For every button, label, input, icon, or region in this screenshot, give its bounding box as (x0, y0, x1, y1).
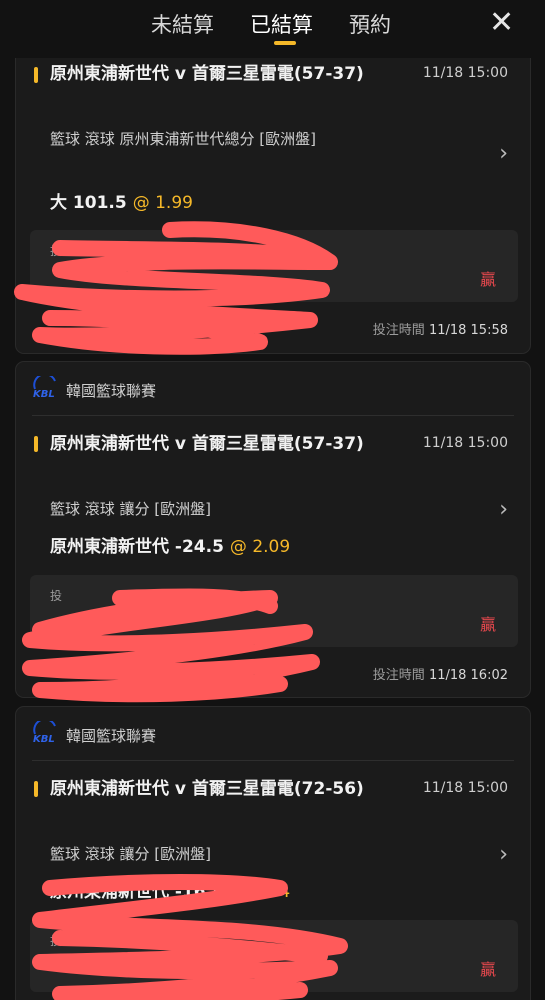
divider (32, 415, 514, 416)
selection-label: 原州東浦新世代 -16.5 (50, 882, 224, 902)
odds-value: @ 1.99 (132, 193, 193, 213)
bet-selection: 原州東浦新世代 -16.5 @ 1.84 (50, 877, 290, 902)
match-title: 原州東浦新世代 v 首爾三星雷電(57-37) (50, 64, 364, 84)
league-name: 韓國籃球聯賽 (66, 727, 157, 745)
result-panel: 投 贏 (30, 230, 518, 302)
match-title: 原州東浦新世代 v 首爾三星雷電(72-56) (50, 779, 364, 799)
close-icon[interactable]: ✕ (489, 8, 514, 38)
tab-settled[interactable]: 已結算 (250, 9, 313, 39)
bet-time: 投注時間 11/18 15:58 (373, 319, 508, 338)
match-title: 原州東浦新世代 v 首爾三星雷電(57-37) (50, 434, 364, 454)
odds-value: @ 1.84 (229, 882, 291, 902)
chevron-right-icon[interactable]: › (499, 844, 508, 866)
market-description: 籃球 滾球 讓分 [歐洲盤] (50, 845, 212, 863)
tab-bar: 未結算 已結算 預約 ✕ (0, 0, 545, 58)
bet-card[interactable]: 原州東浦新世代 v 首爾三星雷電(57-37) 11/18 15:00 籃球 滾… (15, 30, 531, 354)
match-indicator (34, 781, 38, 797)
active-tab-indicator (274, 41, 296, 45)
bet-time-label: 投注時間 (372, 323, 425, 338)
kbl-logo-icon: KBL (33, 376, 56, 400)
result-label: 投 (50, 589, 63, 603)
match-time: 11/18 15:00 (422, 780, 508, 796)
bet-time-value: 11/18 16:02 (428, 668, 508, 683)
match-time: 11/18 15:00 (422, 435, 508, 451)
svg-text:KBL: KBL (33, 389, 55, 400)
result-panel: 投 贏 (30, 920, 518, 992)
tab-scheduled[interactable]: 預約 (349, 9, 391, 39)
svg-text:KBL: KBL (33, 734, 55, 745)
bet-time-label: 投注時間 (372, 668, 425, 683)
chevron-right-icon[interactable]: › (499, 499, 508, 521)
bet-card[interactable]: KBL 韓國籃球聯賽 原州東浦新世代 v 首爾三星雷電(72-56) 11/18… (15, 706, 531, 1000)
kbl-logo-icon: KBL (33, 721, 56, 745)
result-label: 投 (50, 244, 63, 258)
chevron-right-icon[interactable]: › (499, 143, 508, 165)
divider (32, 760, 514, 761)
bet-card[interactable]: KBL 韓國籃球聯賽 原州東浦新世代 v 首爾三星雷電(57-37) 11/18… (15, 361, 531, 698)
odds-value: @ 2.09 (229, 537, 291, 557)
market-description: 籃球 滾球 原州東浦新世代總分 [歐洲盤] (50, 130, 317, 148)
result-panel: 投 贏 (30, 575, 518, 647)
result-status: 贏 (479, 270, 496, 289)
league-name: 韓國籃球聯賽 (66, 382, 157, 400)
tab-unsettled[interactable]: 未結算 (151, 9, 214, 39)
bet-time-value: 11/18 15:58 (428, 323, 508, 338)
result-status: 贏 (479, 960, 496, 979)
bet-time: 投注時間 11/18 16:02 (373, 664, 508, 683)
selection-label: 原州東浦新世代 -24.5 (50, 537, 224, 557)
result-status: 贏 (479, 615, 496, 634)
bet-selection: 原州東浦新世代 -24.5 @ 2.09 (50, 532, 290, 557)
match-indicator (34, 436, 38, 452)
match-time: 11/18 15:00 (422, 65, 508, 81)
selection-label: 大 101.5 (50, 193, 127, 213)
bet-selection: 大 101.5 @ 1.99 (50, 188, 193, 213)
market-description: 籃球 滾球 讓分 [歐洲盤] (50, 500, 212, 518)
match-indicator (34, 67, 38, 83)
result-label: 投 (50, 934, 63, 948)
